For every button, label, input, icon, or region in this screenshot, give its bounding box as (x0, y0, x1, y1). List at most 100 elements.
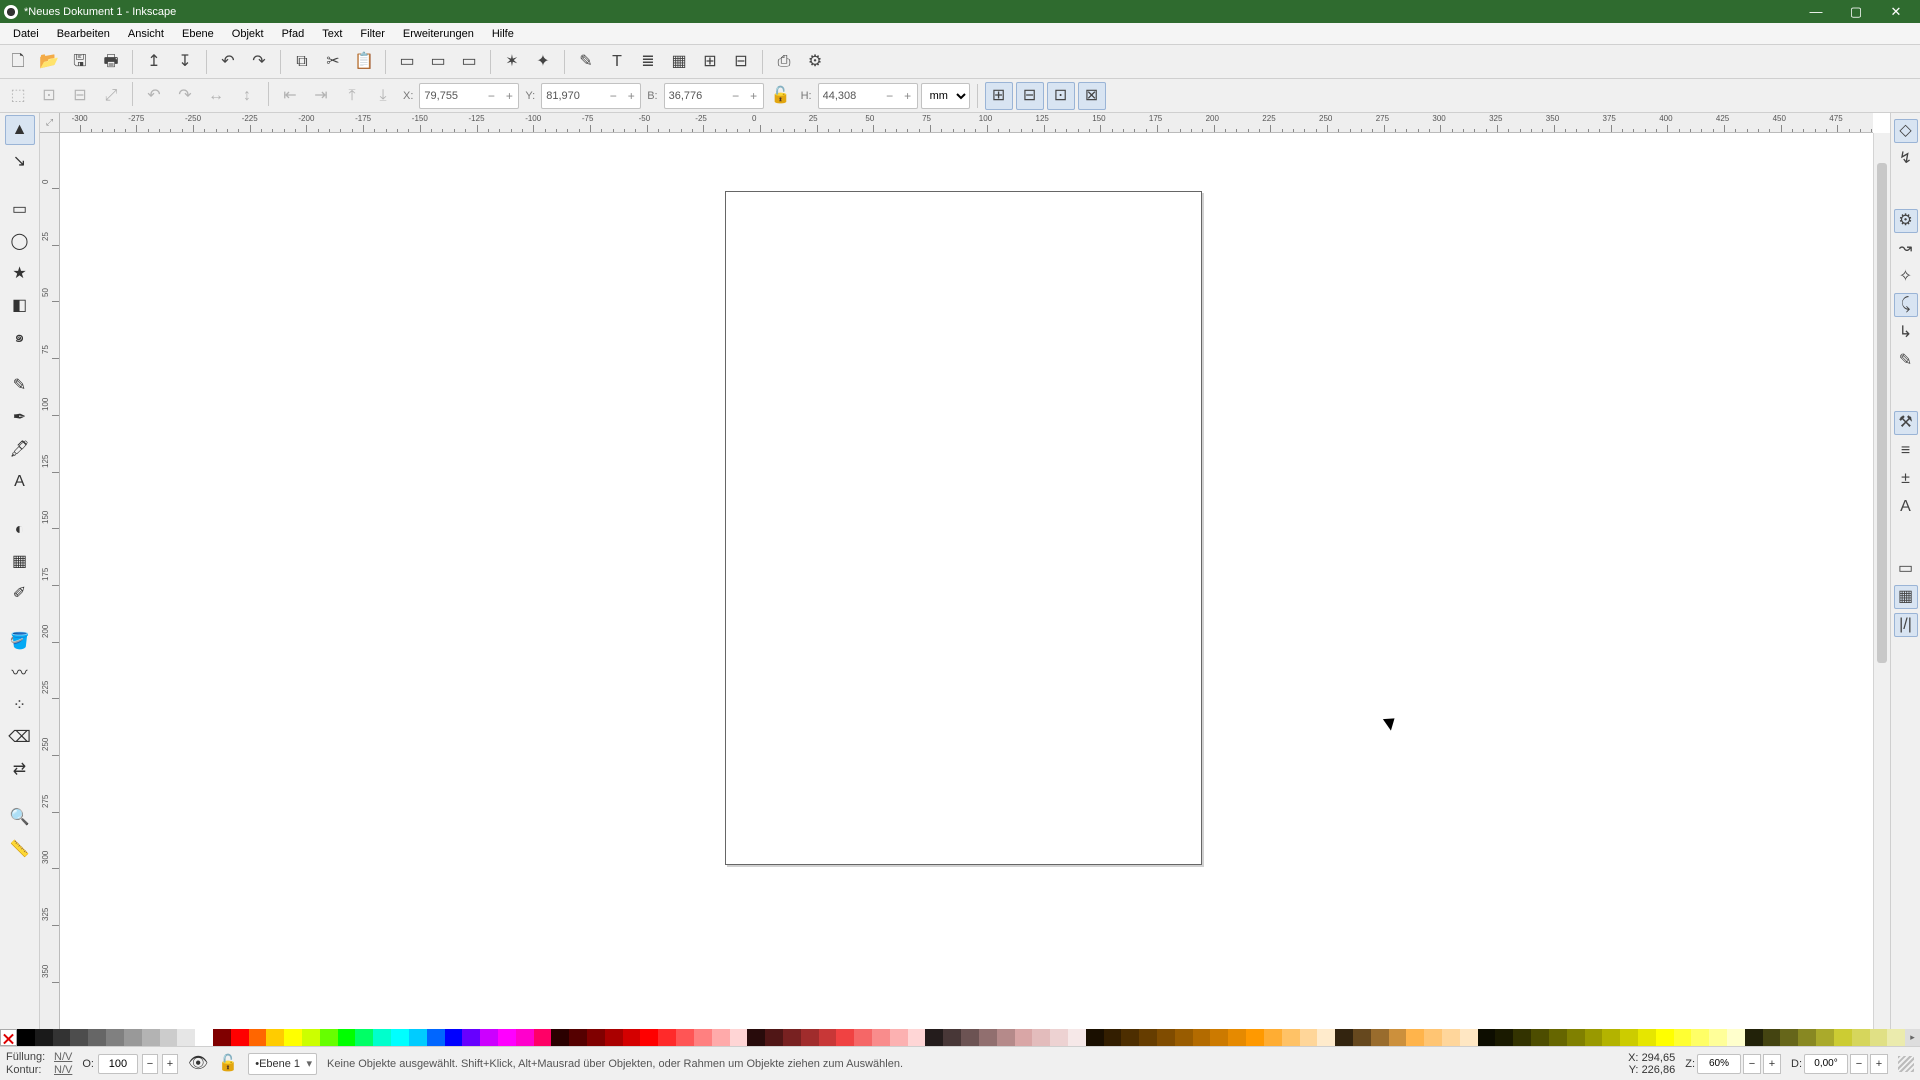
color-swatch[interactable] (1602, 1029, 1620, 1046)
color-swatch[interactable] (53, 1029, 71, 1046)
color-swatch[interactable] (88, 1029, 106, 1046)
color-swatch[interactable] (890, 1029, 908, 1046)
color-swatch[interactable] (1460, 1029, 1478, 1046)
color-swatch[interactable] (142, 1029, 160, 1046)
color-swatch[interactable] (106, 1029, 124, 1046)
toolbar-button[interactable]: ✂ (319, 48, 347, 76)
color-swatch[interactable] (819, 1029, 837, 1046)
menu-filter[interactable]: Filter (351, 25, 393, 43)
snap-toggle[interactable]: |/| (1894, 613, 1918, 637)
color-swatch[interactable] (124, 1029, 142, 1046)
layer-selector[interactable]: • Ebene 1 (248, 1053, 317, 1075)
tool-spiral[interactable]: ๑ (5, 323, 35, 353)
color-swatch[interactable] (355, 1029, 373, 1046)
transform-button[interactable]: ⤒ (338, 82, 366, 110)
color-swatch[interactable] (1727, 1029, 1745, 1046)
snap-toggle[interactable]: ▦ (1894, 585, 1918, 609)
color-swatch[interactable] (1193, 1029, 1211, 1046)
menu-text[interactable]: Text (313, 25, 351, 43)
color-swatch[interactable] (70, 1029, 88, 1046)
color-swatch[interactable] (17, 1029, 35, 1046)
color-swatch[interactable] (1068, 1029, 1086, 1046)
color-swatch[interactable] (623, 1029, 641, 1046)
x-inc[interactable]: + (500, 85, 518, 107)
color-swatch[interactable] (997, 1029, 1015, 1046)
color-swatch[interactable] (302, 1029, 320, 1046)
color-swatch[interactable] (1086, 1029, 1104, 1046)
w-dec[interactable]: − (727, 85, 745, 107)
color-swatch[interactable] (266, 1029, 284, 1046)
tool-rect[interactable]: ▭ (5, 195, 35, 225)
color-swatch[interactable] (854, 1029, 872, 1046)
color-swatch[interactable] (1104, 1029, 1122, 1046)
color-swatch[interactable] (551, 1029, 569, 1046)
color-swatch[interactable] (1210, 1029, 1228, 1046)
x-dec[interactable]: − (482, 85, 500, 107)
transform-button[interactable]: ↷ (171, 82, 199, 110)
h-inc[interactable]: + (899, 85, 917, 107)
tool-gradient[interactable]: ◐ (5, 515, 35, 545)
snap-toggle[interactable]: ↝ (1894, 237, 1918, 261)
color-swatch[interactable] (587, 1029, 605, 1046)
color-swatch[interactable] (1317, 1029, 1335, 1046)
color-swatch[interactable] (1798, 1029, 1816, 1046)
ruler-corner[interactable]: ⤢ (40, 113, 60, 133)
menu-ebene[interactable]: Ebene (173, 25, 223, 43)
color-swatch[interactable] (979, 1029, 997, 1046)
viewport[interactable] (60, 133, 1873, 1029)
menu-hilfe[interactable]: Hilfe (483, 25, 523, 43)
toolbar-button[interactable]: ✶ (498, 48, 526, 76)
color-swatch[interactable] (961, 1029, 979, 1046)
opacity-dec[interactable]: − (142, 1054, 158, 1074)
transform-button[interactable]: ⊡ (35, 82, 63, 110)
color-swatch[interactable] (694, 1029, 712, 1046)
color-swatch[interactable] (1816, 1029, 1834, 1046)
opacity-inc[interactable]: + (162, 1054, 178, 1074)
color-swatch[interactable] (1549, 1029, 1567, 1046)
tool-zoom[interactable]: 🔍 (5, 803, 35, 833)
toolbar-button[interactable]: ↥ (140, 48, 168, 76)
toolbar-button[interactable]: ⊟ (727, 48, 755, 76)
menu-objekt[interactable]: Objekt (223, 25, 273, 43)
no-fill-swatch[interactable] (0, 1029, 17, 1046)
color-swatch[interactable] (569, 1029, 587, 1046)
color-swatch[interactable] (177, 1029, 195, 1046)
color-swatch[interactable] (462, 1029, 480, 1046)
tool-measure[interactable]: 📏 (5, 835, 35, 865)
color-swatch[interactable] (765, 1029, 783, 1046)
affect-toggle[interactable]: ⊞ (985, 82, 1013, 110)
layer-visibility-icon[interactable]: 👁 (188, 1056, 208, 1072)
toolbar-button[interactable]: 🖶 (97, 48, 125, 76)
color-swatch[interactable] (1246, 1029, 1264, 1046)
color-swatch[interactable] (1300, 1029, 1318, 1046)
menu-bearbeiten[interactable]: Bearbeiten (48, 25, 119, 43)
color-swatch[interactable] (1852, 1029, 1870, 1046)
w-inc[interactable]: + (745, 85, 763, 107)
tool-pen[interactable]: ✒ (5, 403, 35, 433)
color-swatch[interactable] (1442, 1029, 1460, 1046)
color-swatch[interactable] (1139, 1029, 1157, 1046)
color-swatch[interactable] (1656, 1029, 1674, 1046)
tool-text[interactable]: A (5, 467, 35, 497)
toolbar-button[interactable]: 🖫 (66, 48, 94, 76)
toolbar-button[interactable]: ↷ (245, 48, 273, 76)
color-swatch[interactable] (925, 1029, 943, 1046)
snap-toggle[interactable]: ↯ (1894, 147, 1918, 171)
color-swatch[interactable] (605, 1029, 623, 1046)
menu-pfad[interactable]: Pfad (273, 25, 314, 43)
color-swatch[interactable] (1264, 1029, 1282, 1046)
snap-toggle[interactable]: ± (1894, 467, 1918, 491)
snap-toggle[interactable]: ⚙ (1894, 209, 1918, 233)
tool-connector[interactable]: ⇄ (5, 755, 35, 785)
color-swatch[interactable] (943, 1029, 961, 1046)
snap-toggle[interactable]: ✎ (1894, 349, 1918, 373)
toolbar-button[interactable]: ▭ (455, 48, 483, 76)
color-swatch[interactable] (747, 1029, 765, 1046)
zoom-out[interactable]: − (1743, 1054, 1761, 1074)
snap-toggle[interactable]: ⚒ (1894, 411, 1918, 435)
color-swatch[interactable] (320, 1029, 338, 1046)
color-swatch[interactable] (1674, 1029, 1692, 1046)
color-swatch[interactable] (231, 1029, 249, 1046)
color-swatch[interactable] (1620, 1029, 1638, 1046)
transform-button[interactable]: ⤢ (97, 82, 125, 110)
